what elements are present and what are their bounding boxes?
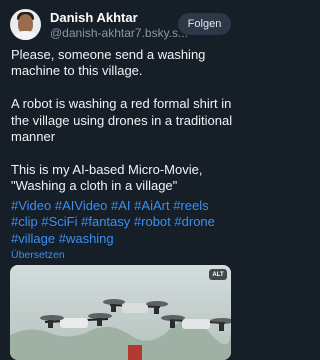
alt-text-badge[interactable]: ALT <box>209 269 227 280</box>
hashtag-link[interactable]: #village <box>11 231 55 246</box>
hashtag-link[interactable]: #clip <box>11 214 38 229</box>
hashtag-link[interactable]: #washing <box>59 231 114 246</box>
hashtag-link[interactable]: #SciFi <box>41 214 77 229</box>
avatar-shirt <box>13 31 38 40</box>
translate-link[interactable]: Übersetzen <box>11 249 65 261</box>
hashtag-link[interactable]: #Video <box>11 198 51 213</box>
hashtag-link[interactable]: #reels <box>173 198 208 213</box>
post-paragraph: This is my AI-based Micro-Movie, "Washin… <box>11 161 203 194</box>
hashtag-link[interactable]: #robot <box>134 214 171 229</box>
hashtag-link[interactable]: #AiArt <box>134 198 169 213</box>
hashtag-link[interactable]: #drone <box>174 214 214 229</box>
hashtag-list: #Video #AIVideo #AI #AiArt #reels #clip … <box>11 198 237 247</box>
hashtag-link[interactable]: #AIVideo <box>55 198 108 213</box>
follow-button[interactable]: Folgen <box>178 13 231 35</box>
author-name[interactable]: Danish Akhtar <box>50 10 138 25</box>
post-paragraph: A robot is washing a red formal shirt in… <box>11 96 233 145</box>
hashtag-link[interactable]: #fantasy <box>81 214 130 229</box>
post-body: Please, someone send a washing machine t… <box>11 47 237 195</box>
post-paragraph: Please, someone send a washing machine t… <box>11 47 206 79</box>
author-handle[interactable]: @danish-akhtar7.bsky.s... <box>50 26 188 40</box>
author-avatar[interactable] <box>10 9 41 40</box>
drone-video-thumbnail <box>10 265 231 360</box>
hashtag-link[interactable]: #AI <box>111 198 131 213</box>
post-media-thumbnail[interactable] <box>10 265 231 360</box>
